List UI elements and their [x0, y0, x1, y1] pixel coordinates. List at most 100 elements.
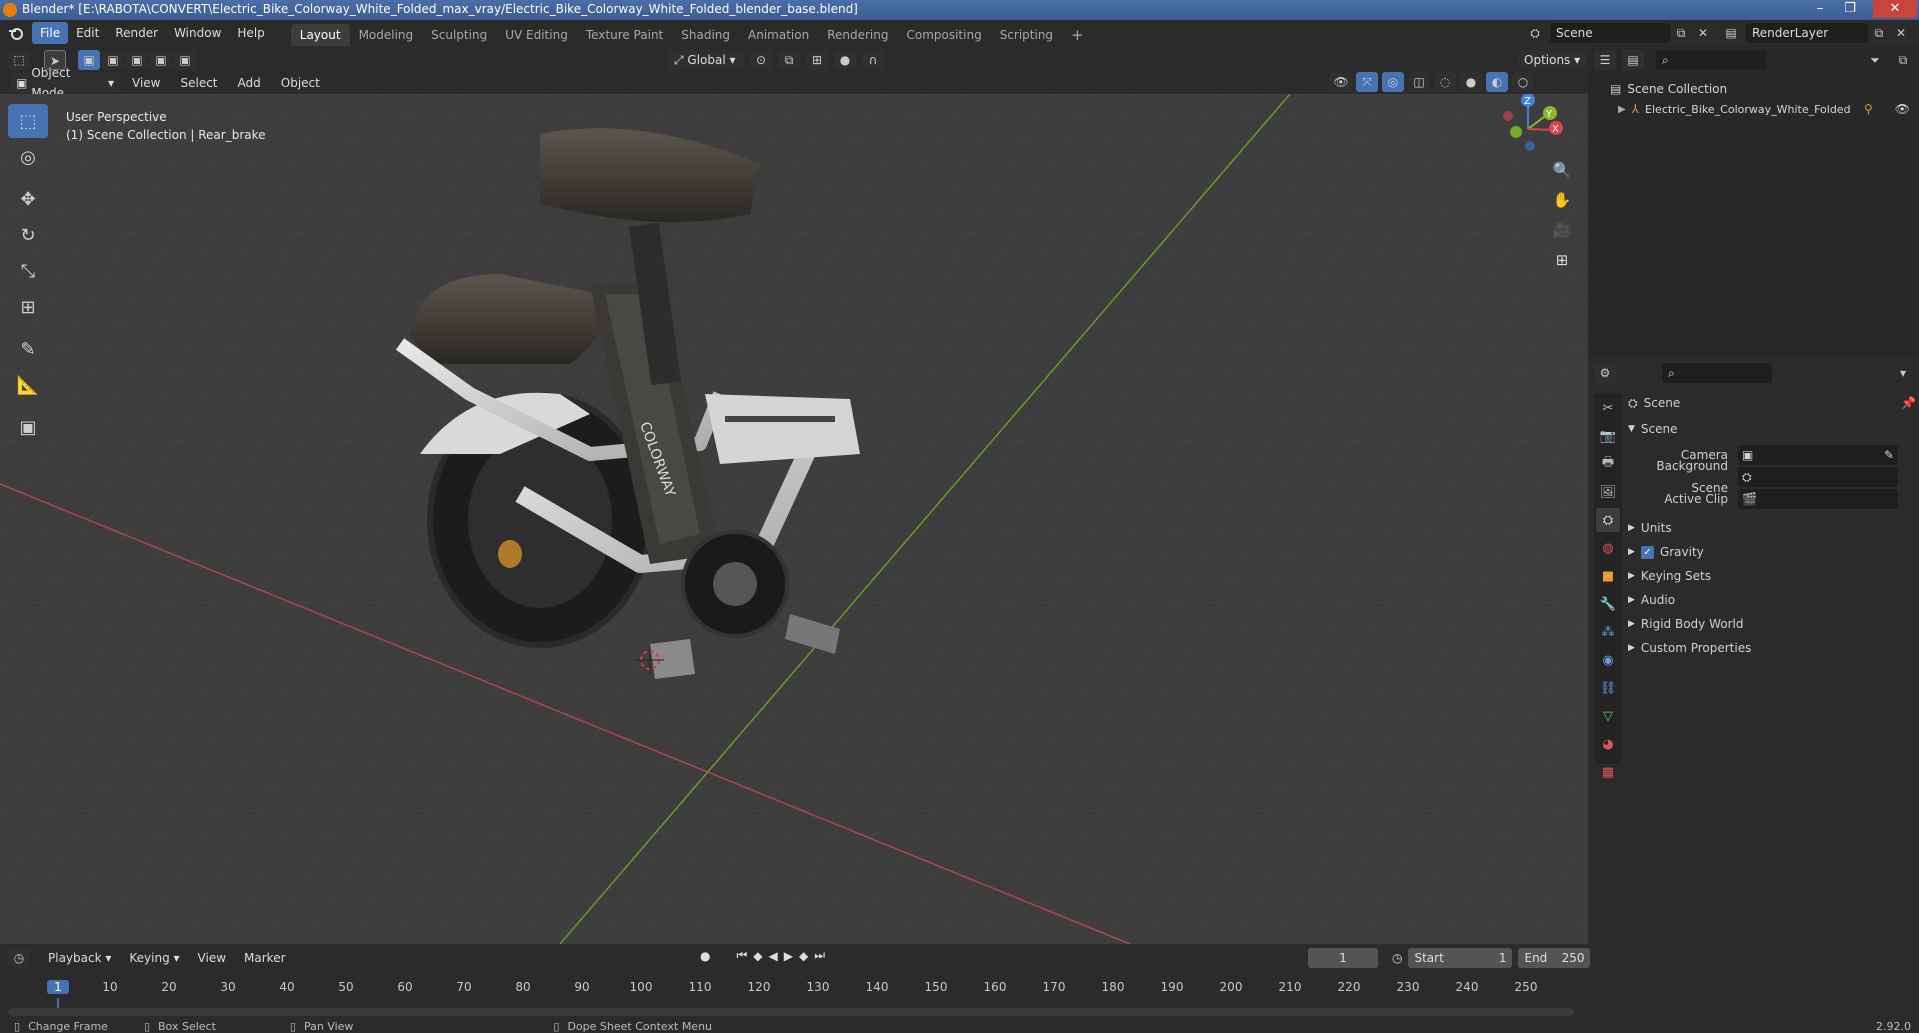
start-frame-field[interactable]: Start 1 — [1408, 948, 1513, 968]
viewport-menu-object[interactable]: Object — [273, 72, 328, 94]
play-reverse-icon[interactable]: ◀ — [769, 949, 778, 963]
tab-compositing[interactable]: Compositing — [897, 24, 990, 46]
scene-selector-icon[interactable]: ⛭ — [1524, 23, 1546, 43]
outliner-display-mode-icon[interactable]: ▤ — [1622, 50, 1644, 70]
pivot-point-icon[interactable]: ⊙ — [750, 50, 772, 70]
menu-help[interactable]: Help — [229, 22, 272, 44]
background-scene-field[interactable]: ⛭ — [1738, 467, 1898, 487]
scene-panel-header[interactable]: ▼ Scene — [1628, 418, 1916, 440]
camera-field[interactable]: ▣ ✎ — [1738, 445, 1898, 465]
menu-window[interactable]: Window — [166, 22, 229, 44]
3d-viewport[interactable]: COLORWAY ⬚ ◎ ✥ ↻ ⤡ ⊞ ✎ 📐 ▣ User Perspect… — [0, 94, 1588, 944]
eyedropper-icon[interactable]: ✎ — [1884, 444, 1894, 466]
add-cube-tool-icon[interactable]: ▣ — [8, 410, 48, 444]
shading-rendered-icon[interactable]: ○ — [1512, 72, 1534, 92]
tab-scripting[interactable]: Scripting — [991, 24, 1062, 46]
auto-keying-icon[interactable]: ● — [700, 949, 710, 963]
mode-dropdown[interactable]: ▣ Object Mode ▾ — [10, 66, 120, 100]
tab-animation[interactable]: Animation — [739, 24, 818, 46]
renderlayer-selector-icon[interactable]: ▤ — [1720, 23, 1742, 43]
outliner-item-row[interactable]: ▶ ⅄ Electric_Bike_Colorway_White_Folded … — [1618, 102, 1910, 116]
subpanel-units[interactable]: ▶ Units — [1628, 516, 1916, 540]
timeline-menu-marker[interactable]: Marker — [236, 947, 293, 969]
proportional-edit-icon[interactable]: ● — [834, 50, 856, 70]
tab-shading[interactable]: Shading — [672, 24, 739, 46]
editor-type-icon[interactable]: ⬚ — [8, 50, 30, 70]
close-button[interactable]: ✕ — [1873, 0, 1917, 18]
select-box-tool-icon[interactable]: ⬚ — [8, 104, 48, 138]
end-frame-field[interactable]: End 250 — [1518, 948, 1591, 968]
expand-arrow-icon[interactable]: ▶ — [1618, 104, 1626, 115]
proportional-falloff-icon[interactable]: ∩ — [862, 50, 884, 70]
properties-search-input[interactable]: ⌕ — [1662, 363, 1772, 383]
timeline-menu-playback[interactable]: Playback ▾ — [40, 947, 119, 969]
tab-layout[interactable]: Layout — [290, 24, 350, 46]
active-clip-field[interactable]: 🎬 — [1738, 489, 1898, 509]
timeline-menu-view[interactable]: View — [190, 947, 234, 969]
modifier-tab-icon[interactable]: 🔧 — [1596, 592, 1620, 616]
add-workspace-button[interactable]: + — [1062, 24, 1093, 46]
viewport-menu-add[interactable]: Add — [230, 72, 269, 94]
select-mode-intersect-icon[interactable]: ▣ — [174, 50, 196, 70]
timeline-ruler[interactable]: 1 10 20 30 40 50 60 70 80 90 100 110 120 130 140 150 160… — [0, 972, 1588, 1012]
outliner-root-row[interactable]: ▤ Scene Collection — [1610, 82, 1727, 96]
output-tab-icon[interactable]: 🖶 — [1596, 452, 1620, 476]
outliner-new-collection-icon[interactable]: ⧉ — [1892, 50, 1914, 70]
delete-renderlayer-icon[interactable]: ✕ — [1890, 23, 1912, 43]
shading-wireframe-icon[interactable]: ◌ — [1434, 72, 1456, 92]
snap-icon[interactable]: ⧉ — [778, 50, 800, 70]
menu-file[interactable]: File — [32, 22, 69, 44]
visibility-eye-icon[interactable]: 👁 — [1895, 102, 1910, 116]
material-tab-icon[interactable]: ◕ — [1596, 732, 1620, 756]
particles-tab-icon[interactable]: ⁂ — [1596, 620, 1620, 644]
select-mode-extend-icon[interactable]: ▣ — [102, 50, 124, 70]
pin-icon[interactable]: 📌 — [1901, 392, 1916, 414]
properties-options-icon[interactable]: ▾ — [1892, 363, 1914, 383]
tab-sculpting[interactable]: Sculpting — [422, 24, 496, 46]
transform-orientation-dropdown[interactable]: ⤢ Global ▾ — [668, 50, 744, 70]
overlay-toggle-icon[interactable]: ◎ — [1382, 72, 1404, 92]
new-renderlayer-icon[interactable]: ⧉ — [1868, 23, 1890, 43]
new-scene-icon[interactable]: ⧉ — [1670, 23, 1692, 43]
scene-name-field[interactable]: Scene — [1550, 23, 1670, 43]
tab-uv-editing[interactable]: UV Editing — [496, 24, 577, 46]
menu-render[interactable]: Render — [107, 22, 166, 44]
transform-tool-icon[interactable]: ⊞ — [8, 290, 48, 324]
current-frame-field[interactable]: 1 — [1308, 948, 1378, 968]
timeline-menu-keying[interactable]: Keying ▾ — [121, 947, 187, 969]
zoom-icon[interactable]: 🔍 — [1548, 156, 1576, 184]
delete-scene-icon[interactable]: ✕ — [1692, 23, 1714, 43]
viewport-menu-view[interactable]: View — [124, 72, 168, 94]
pan-hand-icon[interactable]: ✋ — [1548, 186, 1576, 214]
subpanel-rigid-body-world[interactable]: ▶ Rigid Body World — [1628, 612, 1916, 636]
tab-rendering[interactable]: Rendering — [818, 24, 897, 46]
minimize-button[interactable]: – — [1806, 0, 1834, 18]
measure-tool-icon[interactable]: 📐 — [8, 368, 48, 402]
timeline-editor-type-icon[interactable]: ◷ — [8, 948, 30, 968]
shading-material-icon[interactable]: ◐ — [1486, 72, 1508, 92]
jump-end-icon[interactable]: ⏭ — [814, 948, 825, 963]
visibility-eye-icon[interactable]: 👁 — [1330, 72, 1352, 92]
gravity-checkbox[interactable]: ✓ — [1640, 545, 1654, 559]
prev-keyframe-icon[interactable]: ◆ — [753, 949, 762, 963]
timeline-scrollbar[interactable] — [8, 1008, 1574, 1016]
subpanel-keying-sets[interactable]: ▶ Keying Sets — [1628, 564, 1916, 588]
physics-tab-icon[interactable]: ◉ — [1596, 648, 1620, 672]
select-mode-subtract-icon[interactable]: ▣ — [126, 50, 148, 70]
constraints-tab-icon[interactable]: ⛓ — [1596, 676, 1620, 700]
renderlayer-name-field[interactable]: RenderLayer — [1746, 23, 1868, 43]
options-dropdown[interactable]: Options ▾ — [1518, 50, 1587, 70]
snap-target-icon[interactable]: ⊞ — [806, 50, 828, 70]
camera-view-icon[interactable]: 🎥 — [1548, 216, 1576, 244]
data-tab-icon[interactable]: ▽ — [1596, 704, 1620, 728]
outliner-filter-icon[interactable]: ⏷ — [1864, 50, 1886, 70]
tool-tab-icon[interactable]: ✂ — [1596, 396, 1620, 420]
object-tab-icon[interactable]: ■ — [1596, 564, 1620, 588]
maximize-button[interactable]: ❐ — [1836, 0, 1864, 18]
navigation-gizmo[interactable]: Z Y X — [1488, 94, 1568, 164]
properties-editor-type-icon[interactable]: ⚙ — [1594, 363, 1616, 383]
next-keyframe-icon[interactable]: ◆ — [799, 949, 808, 963]
scene-tab-icon[interactable]: ⛭ — [1596, 508, 1620, 532]
ortho-toggle-icon[interactable]: ⊞ — [1548, 246, 1576, 274]
xray-toggle-icon[interactable]: ◫ — [1408, 72, 1430, 92]
